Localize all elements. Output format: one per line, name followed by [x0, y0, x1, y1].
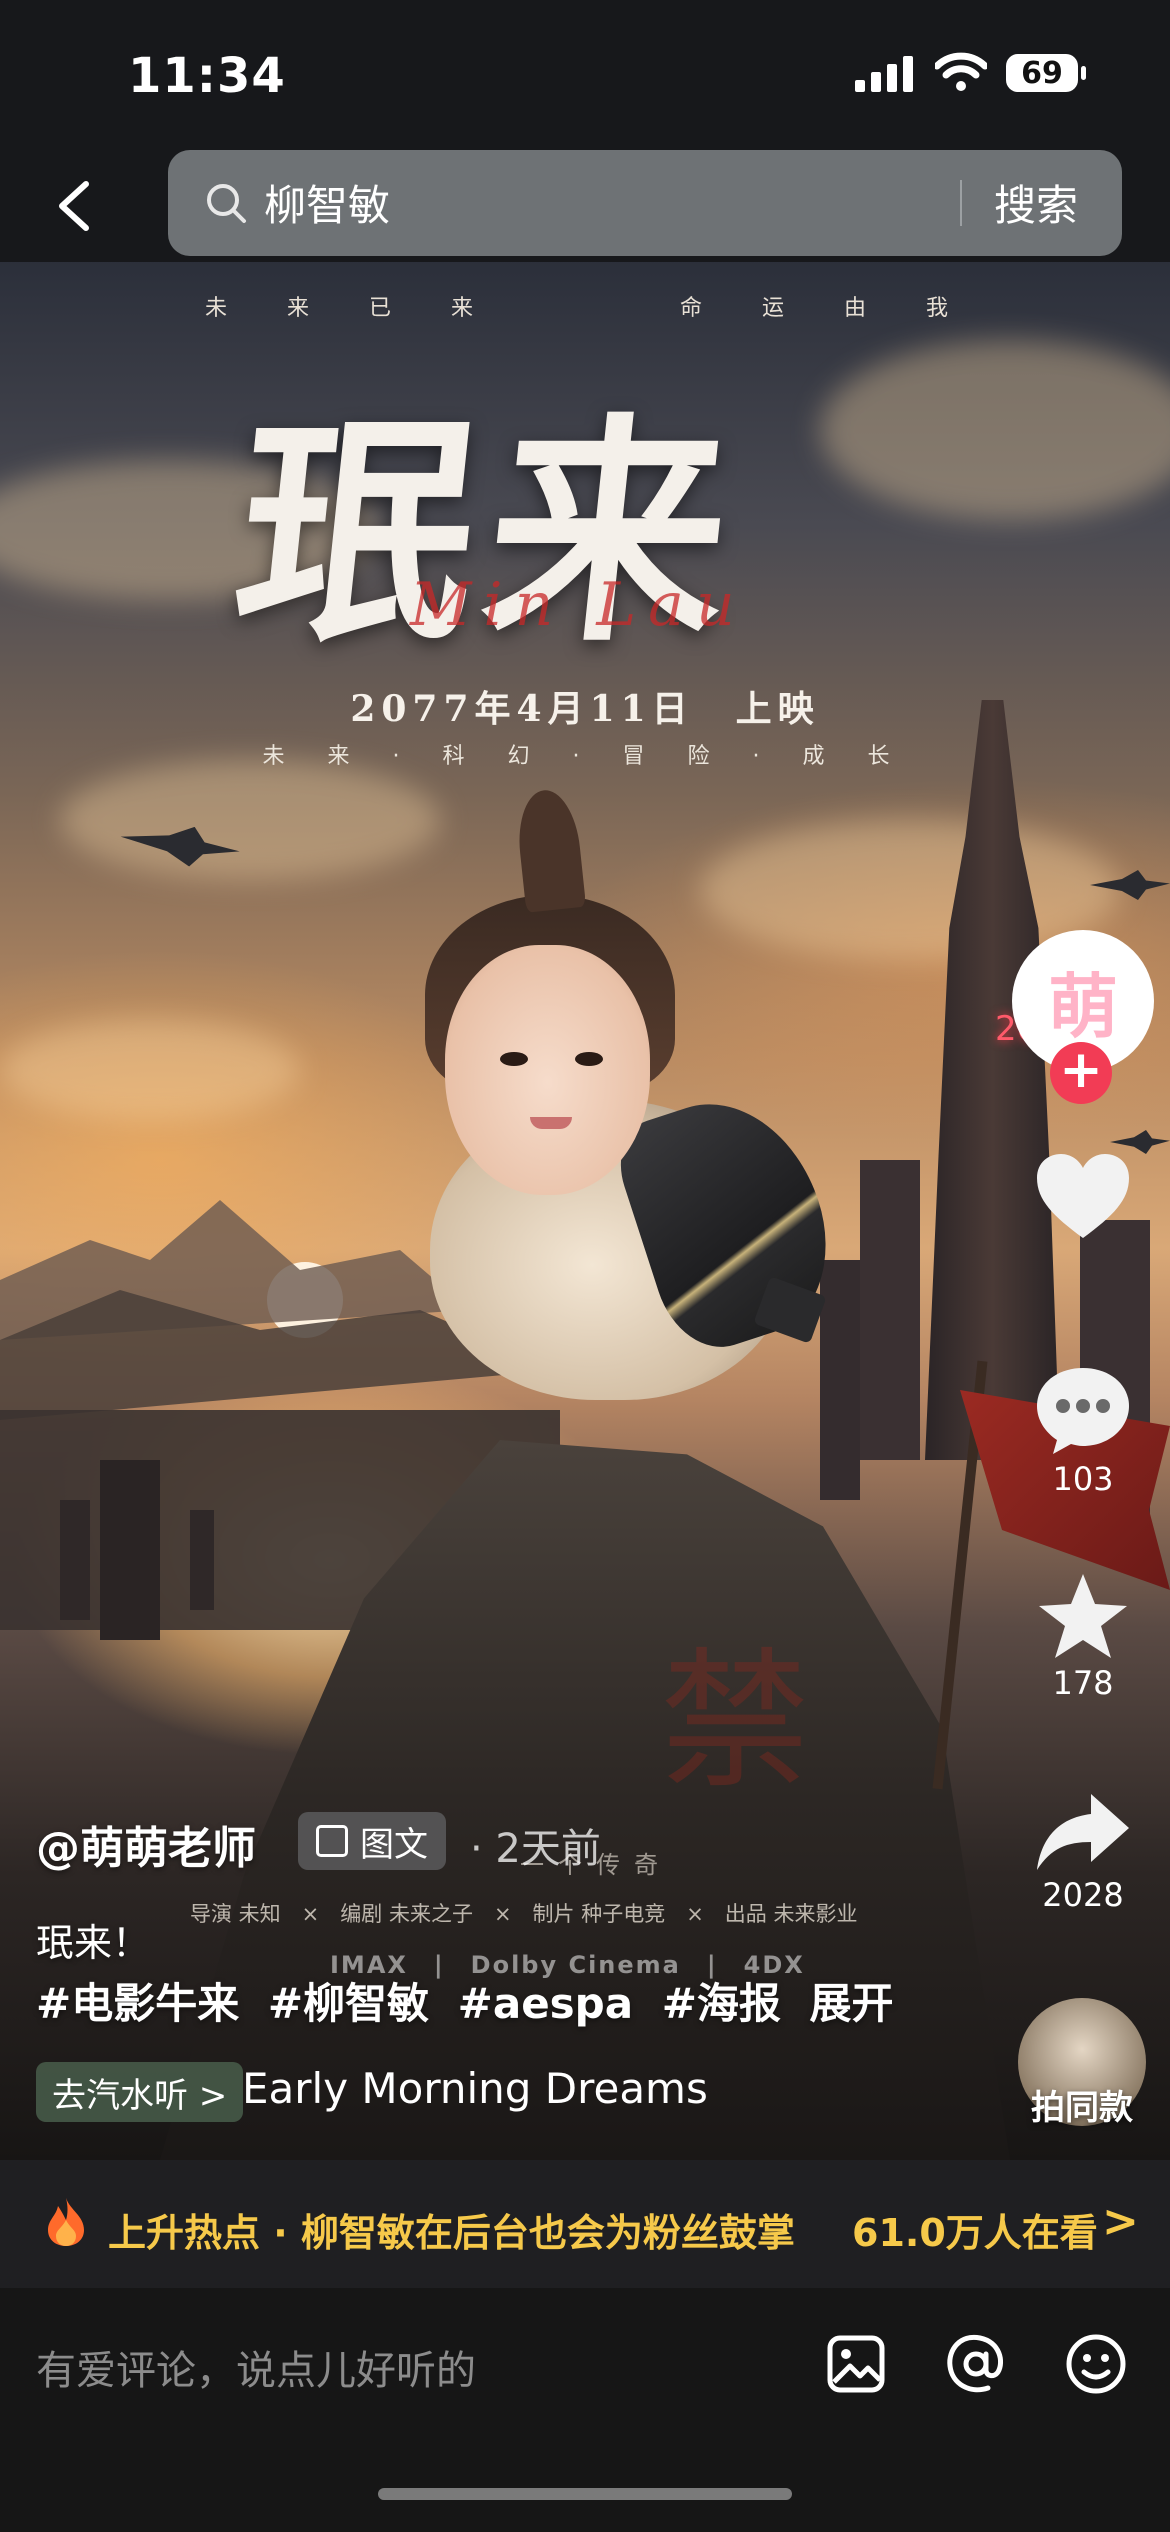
comment-bubble-icon	[1037, 1368, 1129, 1454]
share-arrow-icon	[1037, 1794, 1129, 1870]
chevron-right-icon: >	[1102, 2196, 1139, 2247]
follow-button[interactable]: +	[1050, 1042, 1112, 1104]
emoji-icon[interactable]	[1064, 2332, 1128, 2396]
comment-count: 103	[1052, 1460, 1114, 1498]
search-header: 柳智敏 搜索	[0, 150, 1170, 262]
image-picker-icon[interactable]	[824, 2332, 888, 2396]
watching-count: 61.0万人在看	[852, 2211, 1098, 2255]
poster-credits: 导演 未知 × 编剧 未来之子 × 制片 种子电竞 × 出品 未来影业	[190, 1902, 858, 1926]
battery-tip	[1081, 66, 1086, 80]
share-button[interactable]: 2028	[1018, 1790, 1148, 1914]
post-type-label: 图文	[360, 1824, 428, 1865]
hashtag[interactable]: #aespa	[458, 1979, 633, 2028]
search-button[interactable]: 搜索	[994, 172, 1078, 233]
search-query: 柳智敏	[264, 181, 391, 230]
heart-icon	[1037, 1154, 1129, 1238]
poster-tagline-right: 命运由我	[680, 296, 1009, 321]
at-mention-icon[interactable]	[944, 2332, 1008, 2396]
star-icon	[1039, 1574, 1127, 1658]
battery-indicator: 69	[1006, 54, 1078, 92]
author-name[interactable]: @萌萌老师	[36, 1812, 256, 1876]
rock-seal: 禁	[660, 1635, 811, 1809]
search-divider	[960, 180, 962, 226]
post-type-badge: 图文	[298, 1812, 446, 1870]
hashtag[interactable]: #海报	[662, 1979, 781, 2028]
flame-icon	[48, 2198, 84, 2246]
comment-input[interactable]: 有爱评论，说点儿好听的	[36, 2338, 476, 2396]
status-bar: 11:34 69	[0, 0, 1170, 150]
poster-release-date: 2077年4月11日 上映	[350, 688, 820, 730]
image-post-icon	[316, 1825, 348, 1857]
poster-genre: 未 来 · 科 幻 · 冒 险 · 成 长	[262, 744, 908, 769]
expand-caption-button[interactable]: 展开	[810, 1979, 894, 2028]
poster-signature: Min Lau	[410, 570, 747, 640]
trending-text: 上升热点 · 柳智敏在后台也会为粉丝鼓掌	[108, 2211, 795, 2255]
poster-tagline-left: 未来已来	[205, 296, 534, 321]
mouth	[530, 1117, 572, 1129]
make-same-button[interactable]: 拍同款	[1000, 2080, 1164, 2129]
left-eye	[500, 1052, 528, 1066]
post-caption: 珉来！	[36, 1921, 151, 1965]
hashtag-list: #电影牛来 #柳智敏 #aespa #海报 展开	[36, 1970, 908, 2031]
search-input[interactable]: 柳智敏 搜索	[168, 150, 1122, 256]
favorite-count: 178	[1052, 1664, 1114, 1702]
back-arrow-icon[interactable]	[48, 176, 108, 236]
music-title[interactable]: Early Morning Dreams	[242, 2064, 708, 2113]
search-icon	[207, 184, 246, 223]
hashtag[interactable]: #电影牛来	[36, 1979, 239, 2028]
comment-button[interactable]: 103	[1018, 1362, 1148, 1498]
face	[445, 945, 650, 1195]
home-indicator[interactable]	[378, 2488, 792, 2500]
status-time: 11:34	[128, 48, 286, 104]
wifi-icon	[935, 52, 987, 91]
trending-banner[interactable]: 上升热点 · 柳智敏在后台也会为粉丝鼓掌 61.0万人在看 >	[0, 2160, 1170, 2288]
favorite-button[interactable]: 178	[1018, 1570, 1148, 1702]
hashtag[interactable]: #柳智敏	[268, 1979, 429, 2028]
cellular-signal-icon	[855, 56, 913, 92]
share-count: 2028	[1042, 1876, 1124, 1914]
post-time: · 2天前	[470, 1826, 601, 1872]
right-eye	[575, 1052, 603, 1066]
open-music-button[interactable]: 去汽水听 >	[36, 2062, 244, 2122]
like-button[interactable]	[1018, 1150, 1148, 1244]
